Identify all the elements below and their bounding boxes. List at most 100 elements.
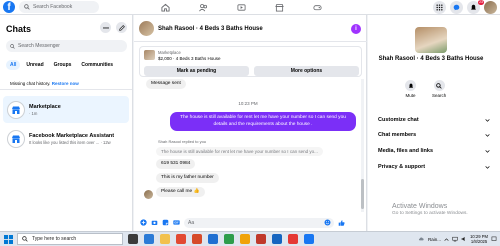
store-icon[interactable] xyxy=(208,234,218,244)
chat-preview: · 1m xyxy=(29,110,38,116)
network-icon[interactable] xyxy=(452,236,458,242)
listing-detail[interactable]: $2,000 · 4 Beds 3 Baths House xyxy=(158,56,221,61)
new-message-icon[interactable] xyxy=(116,22,127,33)
chat-list-item[interactable]: Facebook Marketplace Assistant It looks … xyxy=(3,125,129,152)
privacy-support-row[interactable]: Privacy & support xyxy=(378,164,490,170)
task-view-icon[interactable] xyxy=(128,234,138,244)
taskbar-search-box[interactable]: Type here to search xyxy=(17,233,123,245)
weather-icon[interactable] xyxy=(418,236,425,242)
incoming-message: This is my father number xyxy=(156,173,219,183)
message-scrollbar[interactable] xyxy=(361,79,364,212)
volume-icon[interactable] xyxy=(461,236,467,242)
clock[interactable]: 10:29 PM 1/8/2025 xyxy=(470,234,488,244)
chevron-down-icon xyxy=(485,132,490,138)
chat-members-row[interactable]: Chat members xyxy=(378,132,490,138)
marketplace-icon xyxy=(7,100,25,119)
taskbar-apps xyxy=(128,234,314,244)
listing-thumbnail[interactable] xyxy=(144,50,155,60)
chat-list-item[interactable]: Marketplace · 1m xyxy=(3,96,129,123)
camera-icon[interactable] xyxy=(151,219,158,226)
marketplace-icon[interactable] xyxy=(272,1,286,15)
media-files-links-row[interactable]: Media, files and links xyxy=(378,148,490,154)
home-icon[interactable] xyxy=(158,1,172,15)
gif-icon[interactable]: GIF xyxy=(173,219,180,226)
friends-icon[interactable] xyxy=(196,1,210,15)
excel-icon[interactable] xyxy=(224,234,234,244)
plus-icon[interactable] xyxy=(140,219,147,226)
mark-as-pending-button[interactable]: Mark as pending xyxy=(144,66,249,76)
search-icon xyxy=(22,236,28,242)
windows-start-icon[interactable] xyxy=(4,235,13,244)
chats-heading: Chats xyxy=(6,24,32,34)
gaming-icon[interactable] xyxy=(310,1,324,15)
chat-name: Marketplace xyxy=(29,103,61,110)
info-icon[interactable]: i xyxy=(351,24,361,34)
search-in-chat-button[interactable]: Search xyxy=(432,80,446,98)
details-title: Shah Rasool · 4 Beds 3 Baths House xyxy=(378,56,484,62)
emoji-icon[interactable] xyxy=(324,218,331,226)
svg-text:GIF: GIF xyxy=(174,221,179,225)
chats-sidebar: Chats Search Messenger All Unread Groups… xyxy=(0,15,133,231)
facebook-search-box[interactable]: Search Facebook xyxy=(19,1,99,13)
details-actions: Mute Search xyxy=(405,80,446,98)
app-icon[interactable] xyxy=(288,234,298,244)
row-label: Customize chat xyxy=(378,117,419,123)
listing-photo[interactable] xyxy=(415,27,447,53)
restore-now-link[interactable]: Restore now xyxy=(52,81,79,86)
chevron-down-icon xyxy=(485,164,490,170)
menu-grid-icon[interactable] xyxy=(433,1,446,14)
chevron-down-icon xyxy=(485,148,490,154)
message-composer: GIF Aa xyxy=(134,214,367,231)
chevron-up-icon[interactable] xyxy=(444,237,449,241)
bell-icon xyxy=(405,80,416,91)
message-input[interactable]: Aa xyxy=(184,217,334,228)
sticker-icon[interactable] xyxy=(162,219,169,226)
facebook-logo[interactable]: f xyxy=(3,1,15,13)
search-icon xyxy=(24,4,30,10)
mute-label: Mute xyxy=(405,93,416,98)
listing-label: Marketplace xyxy=(158,50,181,55)
notification-center-icon[interactable] xyxy=(491,236,497,242)
like-icon[interactable] xyxy=(338,219,345,226)
chats-header-buttons xyxy=(100,22,127,33)
weather-text[interactable]: Rain... xyxy=(428,237,441,242)
search-icon xyxy=(433,80,445,91)
incoming-message: Please call me 👍 xyxy=(156,187,205,197)
scrollbar-thumb[interactable] xyxy=(361,179,364,209)
word-icon[interactable] xyxy=(272,234,282,244)
filter-unread[interactable]: Unread xyxy=(22,60,47,70)
incoming-message: Message sent xyxy=(146,79,186,89)
video-icon[interactable] xyxy=(234,1,248,15)
profile-avatar[interactable] xyxy=(484,1,497,14)
missing-history-notice: Missing chat history. Restore now xyxy=(0,77,132,90)
search-label: Search xyxy=(432,93,447,98)
chrome-icon[interactable] xyxy=(176,234,186,244)
messenger-icon[interactable] xyxy=(450,1,463,14)
file-explorer-icon[interactable] xyxy=(160,234,170,244)
more-options-button[interactable]: More options xyxy=(254,66,359,76)
opera-icon[interactable] xyxy=(256,234,266,244)
account-controls: 23 xyxy=(433,0,497,14)
app-icon[interactable] xyxy=(240,234,250,244)
customize-chat-row[interactable]: Customize chat xyxy=(378,117,490,123)
contact-avatar[interactable] xyxy=(139,21,154,36)
conversation-header: Shah Rasool · 4 Beds 3 Baths House i xyxy=(134,15,367,42)
filter-all[interactable]: All xyxy=(6,60,21,70)
notifications-icon[interactable]: 23 xyxy=(467,0,484,14)
edge-icon[interactable] xyxy=(144,234,154,244)
activate-windows-watermark: Activate Windows Go to Settings to activ… xyxy=(392,203,468,216)
chevron-down-icon xyxy=(485,117,490,123)
search-icon xyxy=(10,43,15,49)
system-tray: Rain... 10:29 PM 1/8/2025 xyxy=(418,234,497,244)
filter-groups[interactable]: Groups xyxy=(50,60,76,70)
more-options-icon[interactable] xyxy=(100,22,111,33)
conversation-title[interactable]: Shah Rasool · 4 Beds 3 Baths House xyxy=(158,26,263,32)
messenger-search-input[interactable]: Search Messenger xyxy=(6,40,127,52)
mute-button[interactable]: Mute xyxy=(405,80,416,98)
row-label: Media, files and links xyxy=(378,148,434,154)
filter-communities[interactable]: Communities xyxy=(77,60,117,70)
chat-details-panel: Shah Rasool · 4 Beds 3 Baths House Mute … xyxy=(368,15,500,231)
office-icon[interactable] xyxy=(192,234,202,244)
incoming-message-phone: 619 531 0984 xyxy=(156,159,196,169)
messenger-app-icon[interactable] xyxy=(304,234,314,244)
